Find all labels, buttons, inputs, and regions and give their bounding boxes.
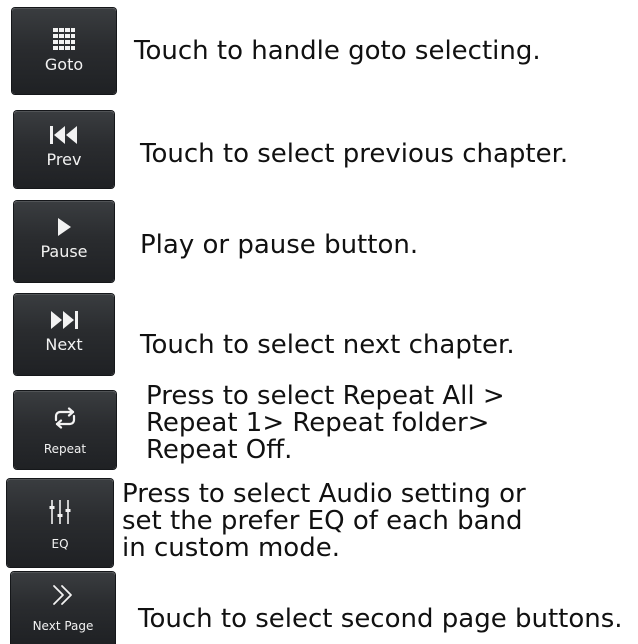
prev-button-label: Prev: [46, 150, 82, 169]
repeat-button[interactable]: Repeat: [14, 391, 116, 469]
repeat-description: Press to select Repeat All > Repeat 1> R…: [146, 381, 505, 465]
repeat-button-label: Repeat: [43, 442, 87, 456]
skip-next-icon: [49, 310, 79, 330]
pause-description: Play or pause button.: [140, 230, 419, 260]
play-icon: [56, 217, 72, 237]
goto-button[interactable]: Goto: [12, 8, 116, 94]
next-page-button[interactable]: Next Page: [11, 572, 115, 644]
next-description: Touch to select next chapter.: [140, 330, 515, 360]
next-button-label: Next: [45, 335, 83, 354]
eq-description: Press to select Audio setting or set the…: [122, 479, 526, 563]
next-page-button-label: Next Page: [32, 619, 94, 633]
repeat-icon: [51, 407, 79, 429]
prev-description: Touch to select previous chapter.: [140, 139, 569, 169]
skip-previous-icon: [49, 125, 79, 145]
eq-button-label: EQ: [51, 537, 69, 551]
grid-icon: [53, 28, 75, 50]
next-page-description: Touch to select second page buttons.: [138, 604, 623, 634]
pause-button-label: Pause: [40, 242, 88, 261]
prev-button[interactable]: Prev: [14, 111, 114, 188]
goto-description: Touch to handle goto selecting.: [134, 36, 541, 66]
next-button[interactable]: Next: [14, 294, 114, 375]
equalizer-icon: [49, 499, 71, 525]
pause-button[interactable]: Pause: [14, 201, 114, 282]
goto-button-label: Goto: [44, 55, 84, 74]
eq-button[interactable]: EQ: [7, 479, 113, 567]
double-chevron-right-icon: [51, 584, 75, 606]
